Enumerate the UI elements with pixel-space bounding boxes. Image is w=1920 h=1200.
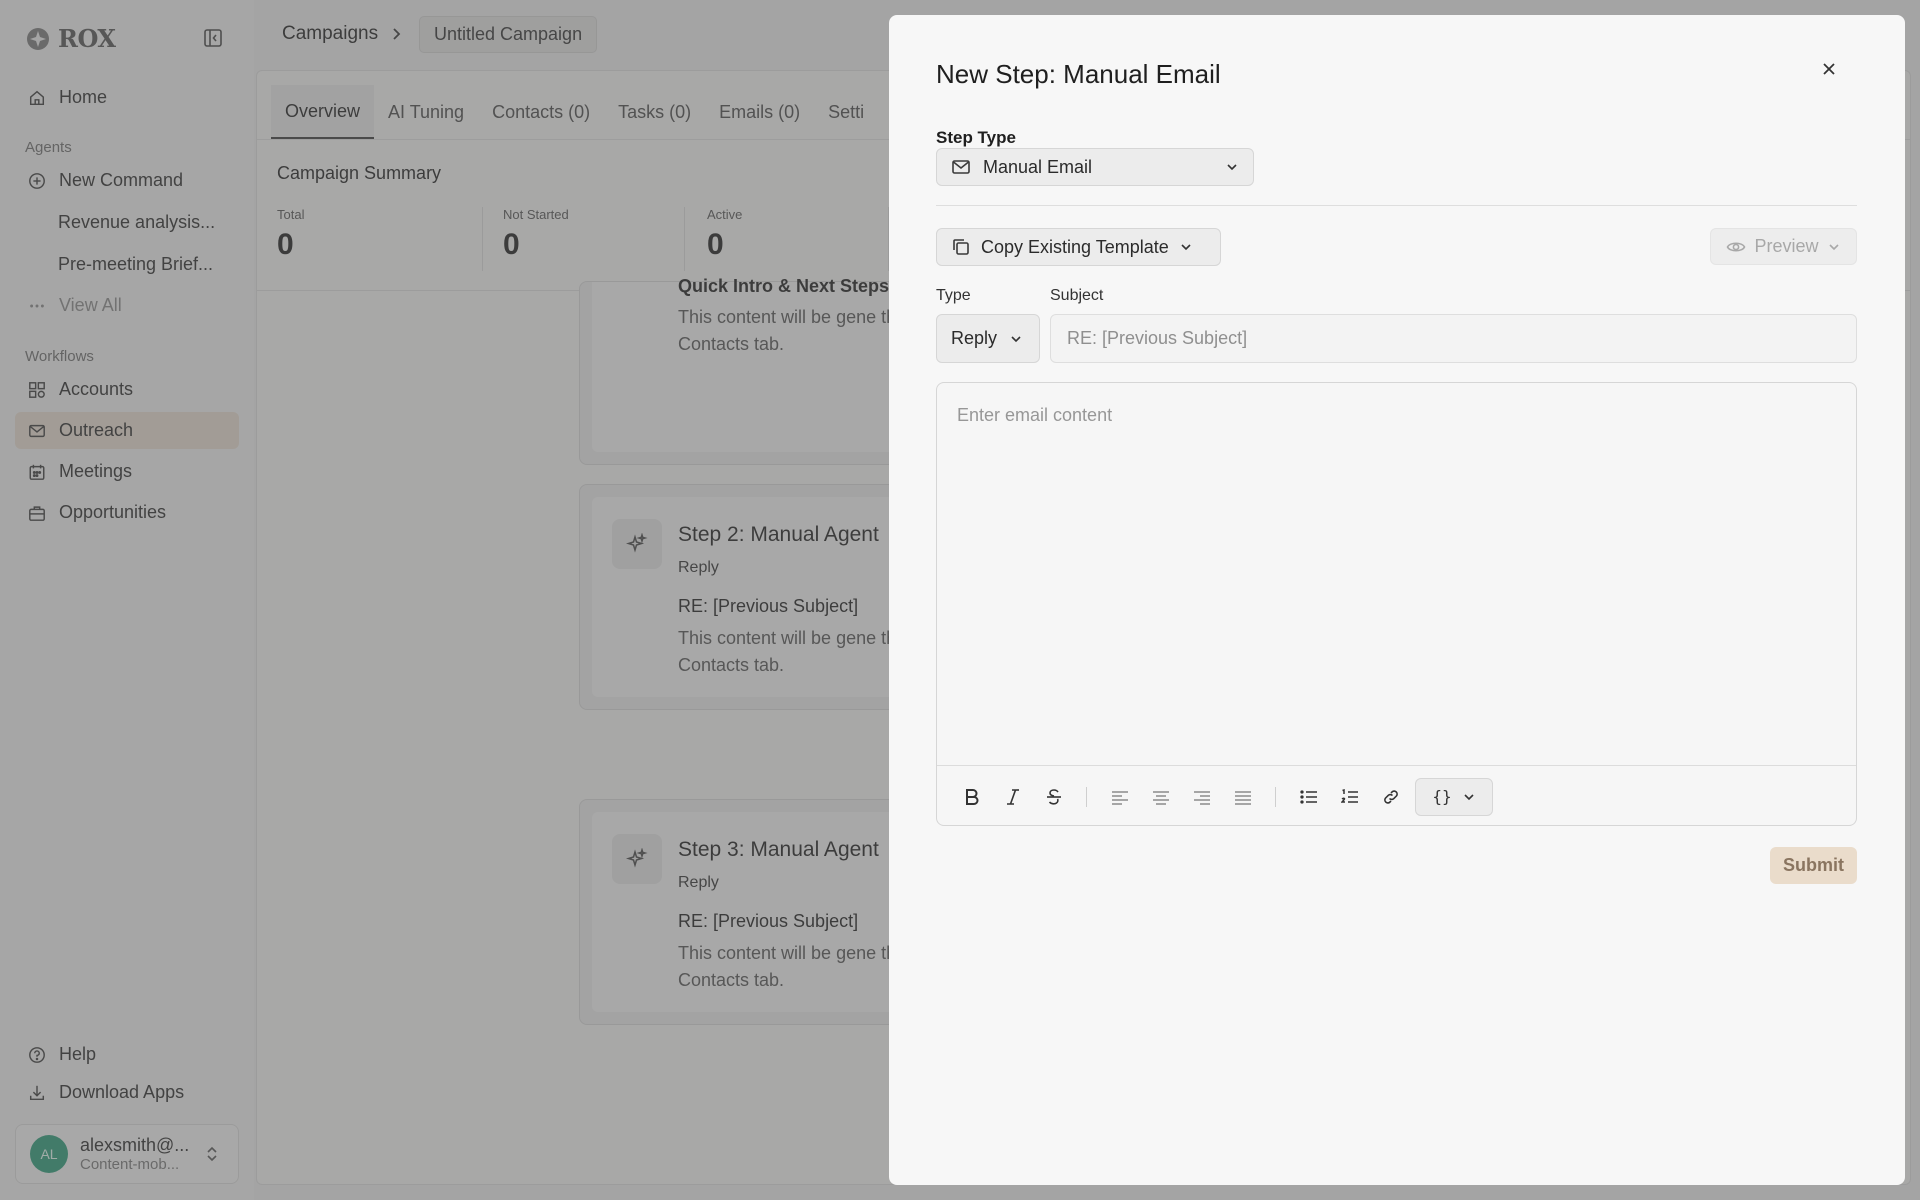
- align-left-button[interactable]: [1099, 779, 1140, 815]
- preview-button[interactable]: Preview: [1710, 228, 1857, 265]
- modal-divider: [936, 205, 1857, 206]
- chevron-down-icon: [1179, 240, 1193, 254]
- align-center-button[interactable]: [1140, 779, 1181, 815]
- step-type-select[interactable]: Manual Email: [936, 148, 1254, 186]
- chevron-down-icon: [1462, 790, 1476, 804]
- step-type-label: Step Type: [936, 128, 1016, 147]
- chevron-down-icon: [1009, 332, 1023, 346]
- bullet-list-button[interactable]: [1288, 779, 1329, 815]
- align-left-icon: [1111, 789, 1129, 805]
- bold-button[interactable]: [951, 779, 992, 815]
- strikethrough-icon: [1045, 788, 1063, 806]
- numbered-list-button[interactable]: [1329, 779, 1370, 815]
- email-editor: {}: [936, 382, 1857, 826]
- insert-variable-button[interactable]: {}: [1415, 777, 1493, 816]
- copy-template-button[interactable]: Copy Existing Template: [936, 228, 1221, 266]
- align-center-icon: [1152, 789, 1170, 805]
- italic-button[interactable]: [992, 779, 1033, 815]
- eye-icon: [1726, 237, 1746, 257]
- link-button[interactable]: [1370, 779, 1411, 815]
- italic-icon: [1005, 788, 1021, 806]
- subject-input[interactable]: [1050, 314, 1857, 363]
- align-right-button[interactable]: [1181, 779, 1222, 815]
- align-right-icon: [1193, 789, 1211, 805]
- copy-template-label: Copy Existing Template: [981, 236, 1169, 257]
- chevron-down-icon: [1827, 240, 1841, 254]
- submit-button[interactable]: Submit: [1770, 847, 1857, 884]
- editor-toolbar: {}: [937, 765, 1856, 825]
- chevron-down-icon: [1225, 160, 1239, 174]
- preview-label: Preview: [1754, 236, 1819, 256]
- align-justify-button[interactable]: [1222, 779, 1263, 815]
- strikethrough-button[interactable]: [1033, 779, 1074, 815]
- numbered-list-icon: [1340, 788, 1359, 805]
- align-justify-icon: [1234, 789, 1252, 805]
- email-content-textarea[interactable]: [937, 383, 1856, 765]
- bullet-list-icon: [1299, 789, 1318, 805]
- link-icon: [1381, 787, 1401, 807]
- copy-icon: [951, 237, 971, 257]
- type-label: Type: [936, 287, 971, 304]
- step-type-value: Manual Email: [983, 156, 1093, 177]
- variable-braces-label: {}: [1432, 787, 1452, 806]
- mail-icon: [951, 157, 971, 177]
- reply-type-select[interactable]: Reply: [936, 314, 1040, 363]
- reply-type-value: Reply: [951, 328, 998, 348]
- bold-icon: [964, 788, 980, 806]
- toolbar-divider: [1275, 786, 1276, 807]
- modal-title: New Step: Manual Email: [936, 59, 1221, 89]
- close-icon: [1821, 61, 1837, 77]
- subject-label: Subject: [1050, 287, 1104, 304]
- close-button[interactable]: [1815, 55, 1843, 83]
- toolbar-divider: [1086, 786, 1087, 807]
- new-step-modal: New Step: Manual Email Step Type Manual …: [889, 15, 1905, 1185]
